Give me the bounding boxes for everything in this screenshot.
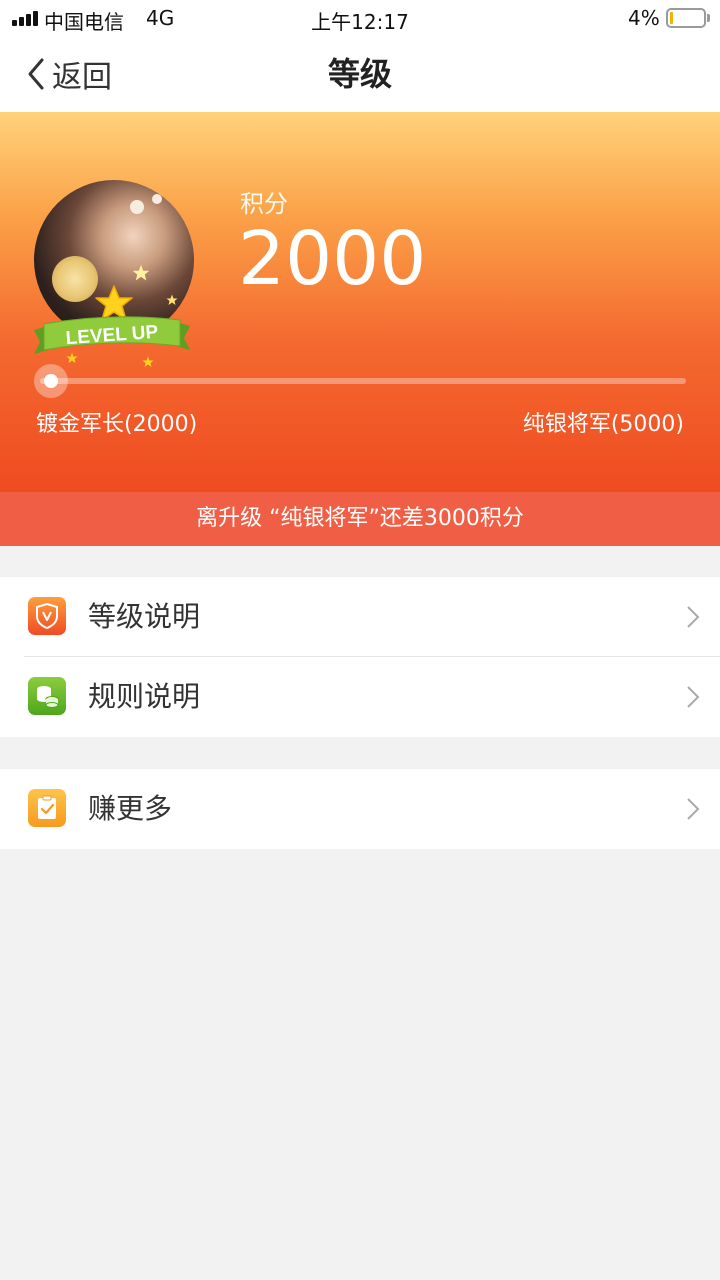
star-icon <box>132 264 150 281</box>
level-hero: LEVEL UP 积分 2000 镀金军长(2000) 纯银将军(5000) <box>0 112 720 492</box>
upgrade-notice: 离升级 “纯银将军”还差3000积分 <box>0 492 720 546</box>
star-icon <box>142 356 154 367</box>
task-checklist-icon <box>28 789 66 827</box>
level-info-label: 等级说明 <box>88 600 201 633</box>
coins-icon <box>28 677 66 715</box>
progress-knob <box>44 374 58 388</box>
level-up-ribbon: LEVEL UP <box>34 316 190 354</box>
current-level-label: 镀金军长(2000) <box>36 412 198 437</box>
level-progress-track <box>40 378 686 384</box>
earn-more-label: 赚更多 <box>88 792 173 825</box>
chevron-right-icon <box>687 798 700 820</box>
chevron-right-icon <box>687 686 700 708</box>
rules-label: 规则说明 <box>88 680 201 713</box>
battery-icon <box>666 8 706 28</box>
earn-more-row[interactable]: 赚更多 <box>0 769 720 849</box>
shield-icon <box>28 597 66 635</box>
menu-card-earn: 赚更多 <box>0 769 720 849</box>
star-icon <box>166 294 178 305</box>
dot-decoration <box>130 200 144 214</box>
points-label: 积分 <box>240 190 288 218</box>
menu-card-info: 等级说明 规则说明 <box>0 577 720 737</box>
avatar-with-badge: LEVEL UP <box>34 180 196 376</box>
chevron-left-icon <box>28 58 44 90</box>
star-icon <box>66 352 78 363</box>
rules-row[interactable]: 规则说明 <box>0 657 720 737</box>
chevron-right-icon <box>687 606 700 628</box>
level-info-row[interactable]: 等级说明 <box>0 577 720 657</box>
battery-percent: 4% <box>628 6 660 30</box>
dot-decoration <box>152 194 162 204</box>
back-label: 返回 <box>52 60 112 95</box>
points-value: 2000 <box>238 216 427 302</box>
status-time: 上午12:17 <box>311 10 409 34</box>
back-button[interactable]: 返回 <box>24 52 112 96</box>
nav-bar: 返回 等级 <box>0 36 720 112</box>
battery-cap <box>707 14 710 22</box>
next-level-label: 纯银将军(5000) <box>522 412 684 437</box>
status-bar: 中国电信 4G 上午12:17 4% <box>0 0 720 36</box>
flower-decoration <box>52 256 98 302</box>
